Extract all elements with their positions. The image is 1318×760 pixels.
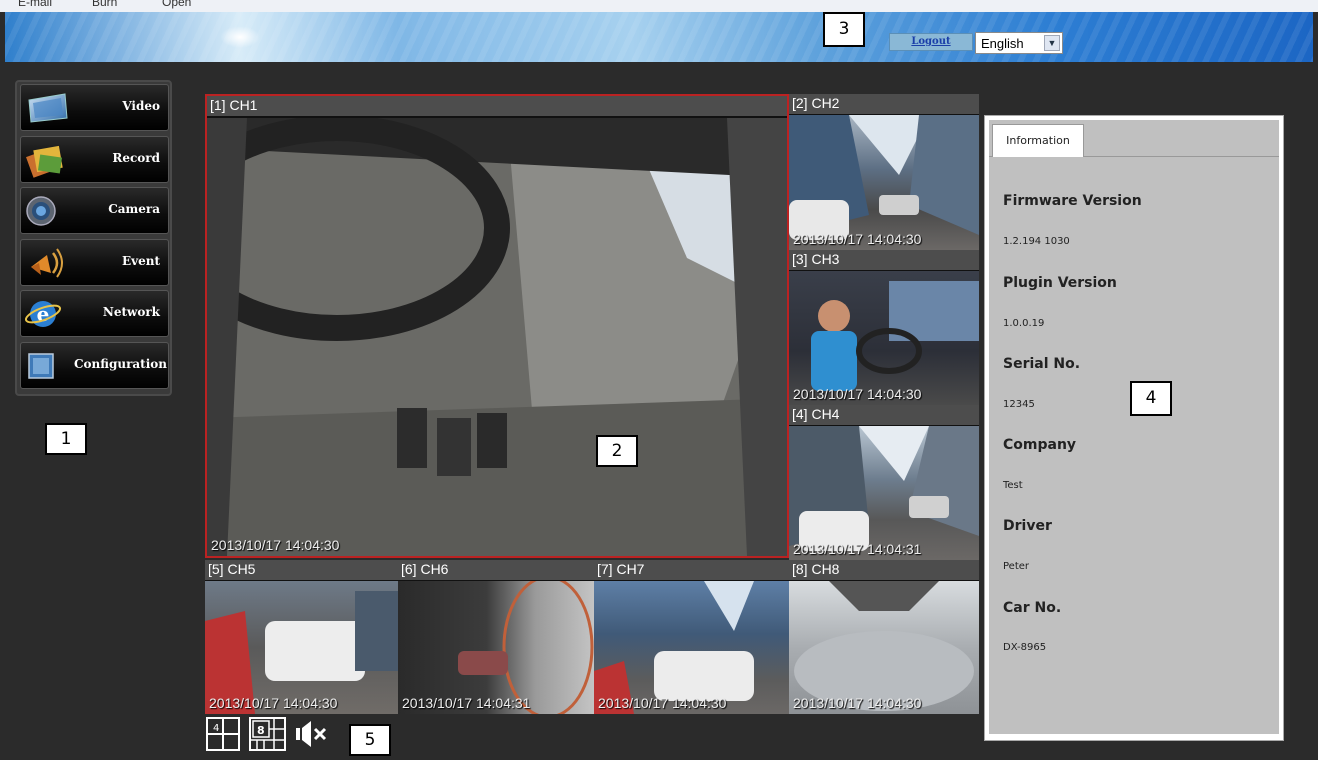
- channel-6-timestamp: 2013/10/17 14:04:31: [402, 695, 531, 711]
- nav-network-button[interactable]: e Network: [20, 290, 169, 338]
- nav-video-label: Video: [122, 99, 160, 113]
- plugin-version-label: Plugin Version: [1003, 275, 1117, 291]
- channel-5-feed: 2013/10/17 14:04:30: [205, 581, 398, 714]
- channel-4-view[interactable]: [4] CH4 2013/10/17 14:04:31: [789, 405, 979, 560]
- car-no-label: Car No.: [1003, 600, 1062, 616]
- menu-burn[interactable]: Burn: [92, 0, 117, 9]
- logout-button[interactable]: Logout: [889, 33, 973, 51]
- header-banner: Logout English ▼: [5, 12, 1313, 62]
- menu-strip: E-mail Burn Open: [0, 0, 1318, 12]
- callout-2: 2: [596, 435, 638, 467]
- channel-5-view[interactable]: [5] CH5 2013/10/17 14:04:30: [205, 560, 398, 714]
- channel-4-feed: 2013/10/17 14:04:31: [789, 426, 979, 560]
- information-panel: Information Firmware Version 1.2.194 103…: [984, 115, 1284, 741]
- information-panel-body: Information Firmware Version 1.2.194 103…: [989, 120, 1279, 734]
- channel-6-view[interactable]: [6] CH6 2013/10/17 14:04:31: [398, 560, 594, 714]
- channel-8-title: [8] CH8: [789, 560, 979, 580]
- driver-label: Driver: [1003, 518, 1052, 534]
- callout-1: 1: [45, 423, 87, 455]
- channel-3-timestamp: 2013/10/17 14:04:30: [793, 386, 922, 402]
- firmware-version-label: Firmware Version: [1003, 193, 1142, 209]
- car-no-value: DX-8965: [1003, 642, 1047, 653]
- channel-4-scene: [789, 426, 979, 551]
- channel-1-timestamp: 2013/10/17 14:04:30: [211, 537, 340, 553]
- record-icon: [26, 145, 63, 178]
- channel-7-feed: 2013/10/17 14:04:30: [594, 581, 789, 714]
- video-icon: [28, 93, 68, 123]
- language-select[interactable]: English ▼: [975, 32, 1063, 54]
- nav-camera-label: Camera: [108, 202, 160, 217]
- channel-6-title: [6] CH6: [398, 560, 594, 580]
- channel-7-timestamp: 2013/10/17 14:04:30: [598, 695, 727, 711]
- serial-no-value: 12345: [1003, 399, 1035, 410]
- tab-information[interactable]: Information: [992, 124, 1084, 157]
- plugin-version-value: 1.0.0.19: [1003, 318, 1045, 329]
- serial-no-label: Serial No.: [1003, 356, 1081, 372]
- channel-3-feed: 2013/10/17 14:04:30: [789, 271, 979, 405]
- channel-1-feed: 2013/10/17 14:04:30: [207, 118, 787, 556]
- network-icon: e: [25, 301, 62, 328]
- mute-button[interactable]: [294, 717, 330, 751]
- channel-7-view[interactable]: [7] CH7 2013/10/17 14:04:30: [594, 560, 789, 714]
- callout-5: 5: [349, 724, 391, 756]
- layout-4-label: 4: [213, 723, 219, 734]
- channel-2-scene: [789, 115, 979, 240]
- channel-4-timestamp: 2013/10/17 14:04:31: [793, 541, 922, 557]
- channel-2-title: [2] CH2: [789, 94, 979, 114]
- nav-configuration-button[interactable]: Configuration: [20, 341, 169, 389]
- firmware-version-value: 1.2.194 1030: [1003, 236, 1070, 247]
- camera-icon: [26, 196, 56, 226]
- layout-8-button[interactable]: 8: [249, 717, 286, 751]
- menu-open[interactable]: Open: [162, 0, 191, 9]
- channel-4-title: [4] CH4: [789, 405, 979, 425]
- channel-1-view[interactable]: [1] CH1 2013/10/17 14:04:30: [205, 94, 789, 558]
- company-value: Test: [1003, 480, 1023, 491]
- layout-4-button[interactable]: 4: [206, 717, 240, 751]
- channel-3-view[interactable]: [3] CH3 2013/10/17 14:04:30: [789, 250, 979, 405]
- channel-3-title: [3] CH3: [789, 250, 979, 270]
- chevron-down-icon[interactable]: ▼: [1044, 35, 1060, 51]
- layout-8-label: 8: [257, 724, 265, 737]
- nav-event-button[interactable]: Event: [20, 238, 169, 286]
- channel-1-title: [1] CH1: [207, 96, 787, 116]
- channel-1-scene: [207, 118, 787, 556]
- nav-network-label: Network: [102, 305, 160, 320]
- channel-2-feed: 2013/10/17 14:04:30: [789, 115, 979, 250]
- channel-6-feed: 2013/10/17 14:04:31: [398, 581, 594, 714]
- channel-5-timestamp: 2013/10/17 14:04:30: [209, 695, 338, 711]
- speaker-mute-icon: [296, 721, 327, 747]
- configuration-icon: [28, 353, 54, 379]
- menu-email[interactable]: E-mail: [18, 0, 52, 9]
- driver-value: Peter: [1003, 561, 1030, 572]
- event-icon: [31, 248, 63, 278]
- channel-7-title: [7] CH7: [594, 560, 789, 580]
- channel-8-view[interactable]: [8] CH8 2013/10/17 14:04:30: [789, 560, 979, 714]
- nav-camera-button[interactable]: Camera: [20, 187, 169, 235]
- channel-2-view[interactable]: [2] CH2 2013/10/17 14:04:30: [789, 94, 979, 250]
- nav-record-label: Record: [112, 150, 160, 165]
- nav-video-button[interactable]: Video: [20, 84, 169, 131]
- banner-glare: [220, 26, 260, 48]
- channel-5-title: [5] CH5: [205, 560, 398, 580]
- nav-configuration-label: Configuration: [73, 356, 167, 371]
- channel-8-feed: 2013/10/17 14:04:30: [789, 581, 979, 714]
- channel-3-scene: [811, 281, 979, 391]
- callout-4: 4: [1130, 381, 1172, 416]
- channel-8-timestamp: 2013/10/17 14:04:30: [793, 695, 922, 711]
- nav-event-label: Event: [121, 253, 160, 268]
- company-label: Company: [1003, 437, 1077, 453]
- language-selected-value: English: [981, 36, 1024, 51]
- channel-2-timestamp: 2013/10/17 14:04:30: [793, 231, 922, 247]
- callout-3: 3: [823, 12, 865, 47]
- sidebar-nav: Video Record Camera Event e Network Conf…: [15, 80, 172, 396]
- nav-record-button[interactable]: Record: [20, 135, 169, 183]
